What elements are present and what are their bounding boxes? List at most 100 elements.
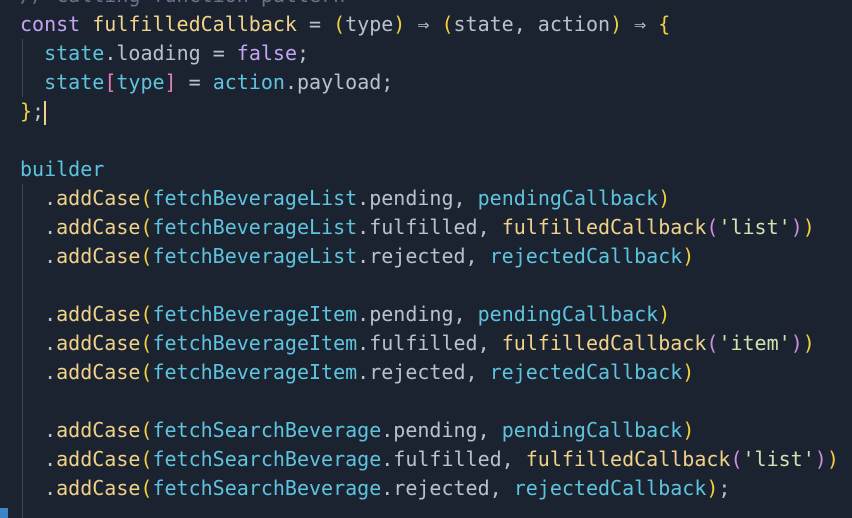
token-paren1: ( — [333, 12, 346, 36]
token-punct: . — [357, 186, 370, 210]
code-line[interactable]: state[type] = action.payload; — [20, 68, 839, 97]
token-prop: type — [345, 12, 394, 36]
text-cursor — [44, 100, 47, 125]
token-var: builder — [20, 157, 105, 181]
token-punct: . — [104, 41, 117, 65]
token-paren1: ) — [682, 360, 695, 384]
code-line[interactable]: .addCase(fetchBeverageList.fulfilled, fu… — [20, 213, 839, 242]
token-paren1: ) — [658, 302, 671, 326]
status-indicator — [0, 508, 8, 518]
code-line[interactable]: }; — [20, 97, 839, 126]
token-punct: . — [20, 447, 57, 471]
code-line[interactable]: .addCase(fetchBeverageItem.pending, pend… — [20, 300, 839, 329]
token-bracket: ] — [164, 70, 177, 94]
token-prop: fulfilled — [369, 215, 478, 239]
code-line[interactable]: .addCase(fetchBeverageItem.rejected, rej… — [20, 358, 839, 387]
code-line[interactable] — [20, 387, 839, 416]
token-punct: , — [453, 186, 478, 210]
token-prop: fulfilled — [393, 447, 502, 471]
token-var: pendingCallback — [477, 302, 659, 326]
token-punct — [20, 70, 44, 94]
token-func: addCase — [56, 331, 141, 355]
token-func: addCase — [56, 360, 141, 384]
token-punct: . — [20, 215, 57, 239]
token-var: fetchSearchBeverage — [152, 476, 382, 500]
token-keyword: const — [20, 12, 93, 36]
token-paren1: ( — [140, 331, 153, 355]
token-func: addCase — [56, 447, 141, 471]
token-paren2: ( — [706, 331, 719, 355]
token-punct: , — [465, 244, 490, 268]
token-var: fetchSearchBeverage — [152, 447, 382, 471]
code-line[interactable]: // Calling function pattern — [20, 0, 839, 10]
token-func: addCase — [56, 215, 141, 239]
token-prop: rejected — [393, 476, 490, 500]
token-paren1: ) — [826, 447, 839, 471]
token-paren1: ( — [140, 302, 153, 326]
code-line[interactable]: .addCase(fetchSearchBeverage.rejected, r… — [20, 474, 839, 503]
token-var: fetchBeverageItem — [152, 360, 358, 384]
code-line[interactable]: .addCase(fetchSearchBeverage.pending, pe… — [20, 416, 839, 445]
token-prop: payload — [297, 70, 382, 94]
token-var: rejectedCallback — [513, 476, 707, 500]
token-var: pendingCallback — [477, 186, 659, 210]
token-paren2: ) — [814, 447, 827, 471]
token-paren1: { — [658, 12, 671, 36]
token-string: 'item' — [718, 331, 791, 355]
code-line[interactable]: state.loading = false; — [20, 39, 839, 68]
code-line[interactable]: const fulfilledCallback = (type) ⇒ (stat… — [20, 10, 839, 39]
token-punct: , — [477, 418, 502, 442]
token-func: fulfilledCallback — [501, 331, 707, 355]
code-line[interactable]: .addCase(fetchBeverageItem.fulfilled, fu… — [20, 329, 839, 358]
token-paren1: } — [20, 99, 33, 123]
token-var: fetchBeverageItem — [152, 302, 358, 326]
token-punct: . — [20, 331, 57, 355]
token-punct: . — [357, 302, 370, 326]
code-line[interactable] — [20, 126, 839, 155]
token-punct: , — [477, 331, 502, 355]
token-var: action — [212, 70, 285, 94]
token-var: pendingCallback — [501, 418, 683, 442]
token-paren1: ) — [393, 12, 406, 36]
token-punct: . — [20, 244, 57, 268]
token-punct: , — [453, 302, 478, 326]
token-paren1: ( — [140, 418, 153, 442]
token-prop: pending — [393, 418, 478, 442]
code-line[interactable]: builder — [20, 155, 839, 184]
token-string: 'list' — [718, 215, 791, 239]
token-punct: . — [20, 302, 57, 326]
code-editor[interactable]: // Calling function pattern const fulfill… — [0, 0, 852, 518]
code-lines[interactable]: // Calling function pattern const fulfill… — [20, 0, 839, 503]
token-paren1: ) — [706, 476, 719, 500]
token-punct: , — [477, 215, 502, 239]
token-prop: rejected — [369, 360, 466, 384]
token-func: fulfilledCallback — [92, 12, 297, 36]
token-punct: . — [357, 360, 370, 384]
token-punct: . — [381, 447, 394, 471]
token-comment: // Calling function pattern — [20, 0, 345, 7]
code-line[interactable]: .addCase(fetchSearchBeverage.fulfilled, … — [20, 445, 839, 474]
code-line[interactable]: .addCase(fetchBeverageList.pending, pend… — [20, 184, 839, 213]
token-punct: ; — [718, 476, 731, 500]
token-paren1: ) — [658, 186, 671, 210]
code-line[interactable] — [20, 271, 839, 300]
token-paren1: ( — [140, 215, 153, 239]
token-prop: fulfilled — [369, 331, 478, 355]
token-paren1: ( — [441, 12, 454, 36]
token-paren1: ) — [610, 12, 623, 36]
token-punct: . — [381, 418, 394, 442]
token-punct: . — [357, 244, 370, 268]
token-punct: = — [296, 12, 334, 36]
token-var: fetchBeverageList — [152, 244, 358, 268]
token-var: type — [116, 70, 165, 94]
code-line[interactable]: .addCase(fetchBeverageList.rejected, rej… — [20, 242, 839, 271]
token-prop: pending — [369, 186, 454, 210]
token-var: rejectedCallback — [489, 244, 683, 268]
token-paren1: ) — [682, 418, 695, 442]
token-prop: state, action — [453, 12, 611, 36]
token-var: fetchBeverageList — [152, 186, 358, 210]
token-func: addCase — [56, 476, 141, 500]
token-paren2: ) — [790, 215, 803, 239]
token-func: fulfilledCallback — [525, 447, 731, 471]
token-prop: pending — [369, 302, 454, 326]
